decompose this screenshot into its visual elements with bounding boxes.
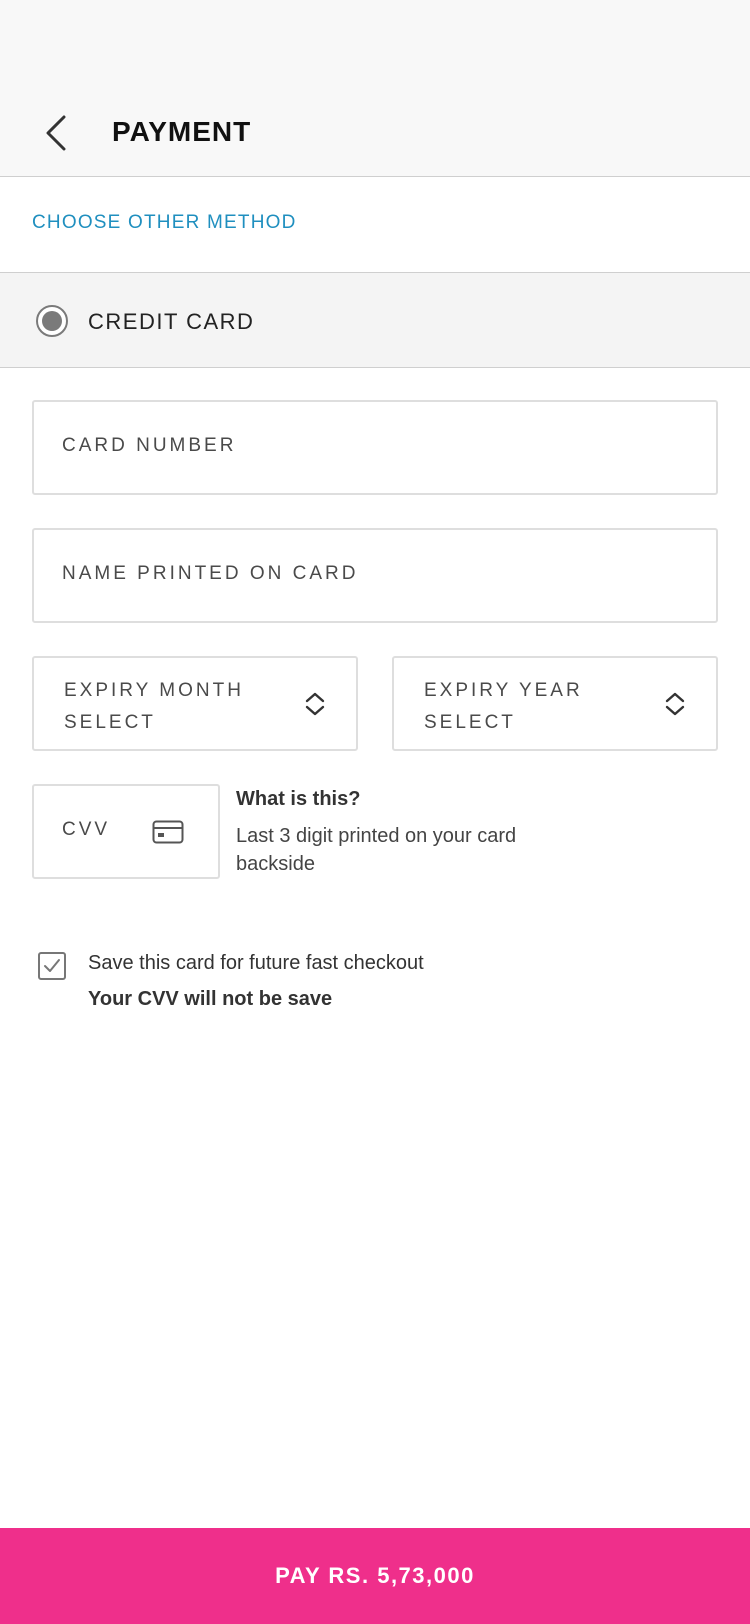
checkmark-icon (44, 959, 60, 972)
cvv-input[interactable] (62, 810, 152, 850)
cvv-help-title: What is this? (236, 788, 361, 810)
cvv-help-description: Last 3 digit printed on your card backsi… (236, 825, 517, 875)
card-name-field-box (32, 528, 718, 623)
card-number-input[interactable] (62, 426, 696, 466)
expiry-year-label: EXPIRY YEAR (424, 680, 583, 701)
card-number-field-box (32, 400, 718, 495)
back-button[interactable] (36, 108, 76, 158)
chevron-up-down-icon (305, 692, 325, 716)
expiry-year-select[interactable]: EXPIRY YEAR SELECT (392, 656, 718, 751)
cvv-not-saved-note: Your CVV will not be save (88, 988, 333, 1010)
expiry-year-value: SELECT (424, 712, 516, 733)
credit-card-icon (152, 820, 184, 844)
name-on-card-input[interactable] (62, 554, 696, 594)
payment-method-credit-card[interactable]: CREDIT CARD (0, 272, 750, 368)
chevron-left-icon (46, 115, 66, 151)
payment-method-label: CREDIT CARD (88, 309, 255, 334)
pay-button[interactable]: PAY RS. 5,73,000 (0, 1528, 750, 1624)
save-card-checkbox[interactable] (38, 952, 66, 980)
chevron-up-down-icon (665, 692, 685, 716)
expiry-month-value: SELECT (64, 712, 156, 733)
app-header: PAYMENT (0, 0, 750, 177)
choose-other-method-link[interactable]: CHOOSE OTHER METHOD (32, 212, 297, 234)
credit-card-radio[interactable] (36, 305, 68, 337)
expiry-month-label: EXPIRY MONTH (64, 680, 244, 701)
save-card-label: Save this card for future fast checkout (88, 952, 424, 974)
cvv-field-box (32, 784, 220, 879)
expiry-month-select[interactable]: EXPIRY MONTH SELECT (32, 656, 358, 751)
page-title: PAYMENT (112, 116, 252, 147)
